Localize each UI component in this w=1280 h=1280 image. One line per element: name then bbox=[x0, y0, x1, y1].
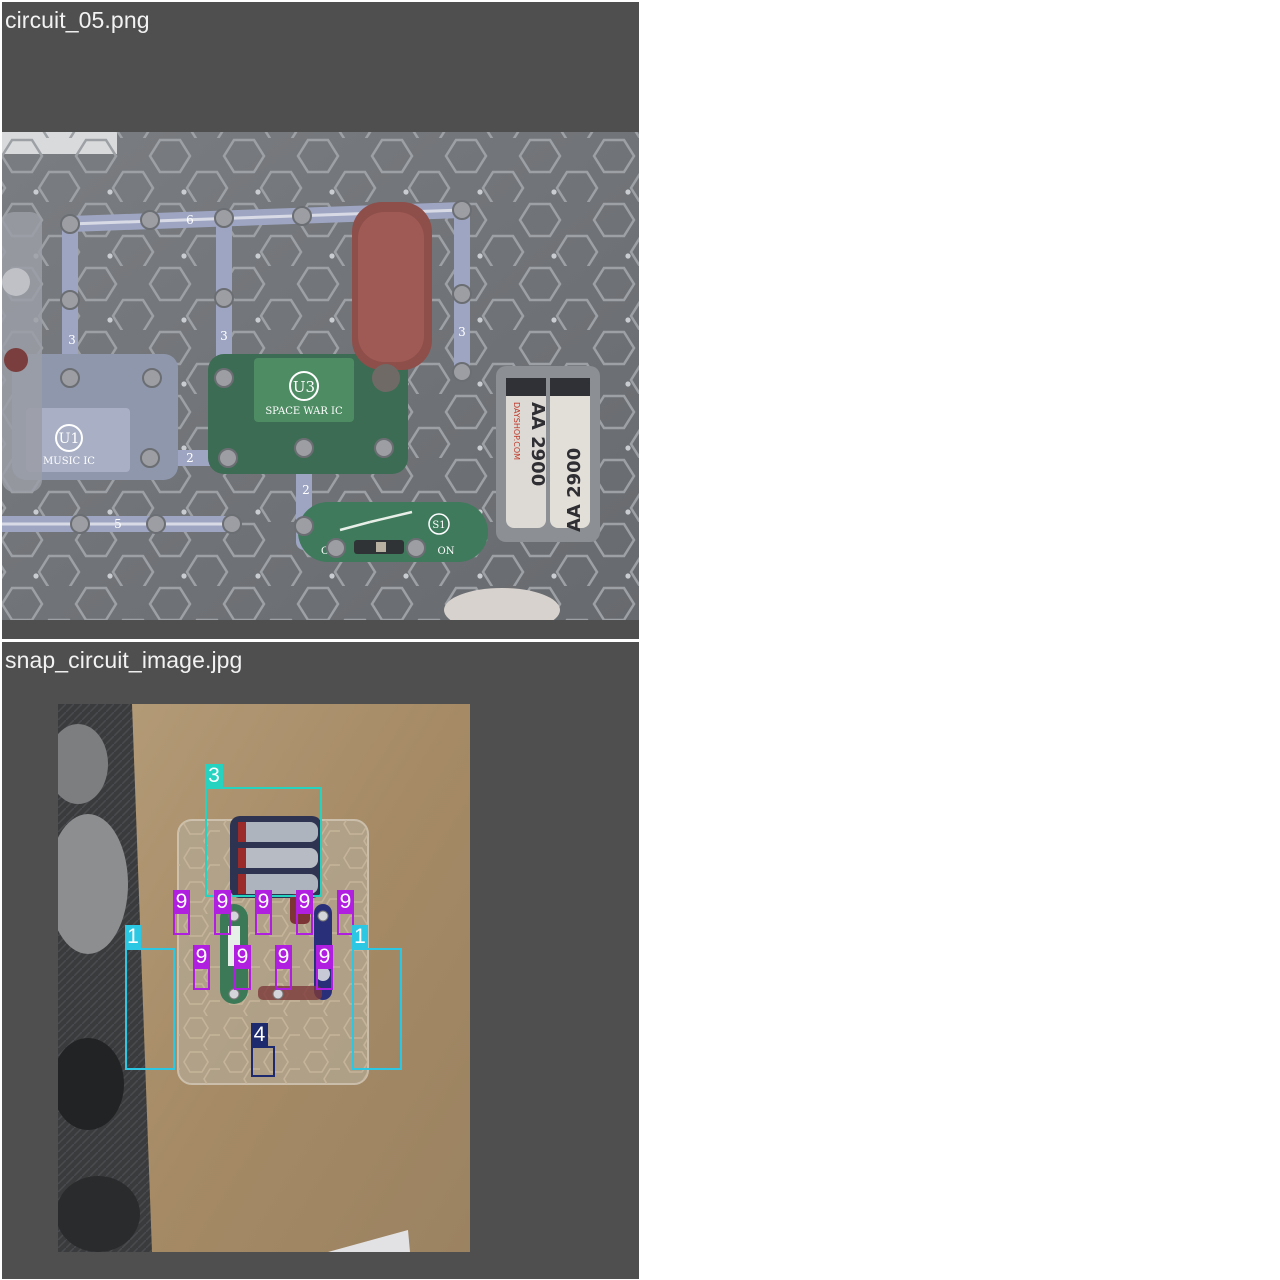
wire-number-label: 2 bbox=[302, 483, 310, 497]
u3-name-text: SPACE WAR IC bbox=[265, 406, 343, 417]
wire-number-label: 3 bbox=[68, 333, 76, 347]
battery-brand-label: DAYSHOP.COM bbox=[512, 402, 521, 460]
detection-label: 9 bbox=[296, 890, 313, 914]
detection-box-snap bbox=[296, 912, 313, 935]
detection-label: 9 bbox=[337, 890, 354, 914]
circuit-board-photo: U1 MUSIC IC U3 SPACE WAR IC S1 OFF ON bbox=[2, 132, 639, 620]
detection-label: 1 bbox=[352, 925, 368, 949]
detection-label: 1 bbox=[125, 925, 141, 949]
battery-left-label: AA 2900 bbox=[527, 402, 548, 486]
detection-box-part bbox=[251, 1046, 275, 1077]
detection-label: 9 bbox=[193, 945, 210, 969]
wire-number-label: 5 bbox=[114, 517, 122, 531]
detection-label: 9 bbox=[173, 890, 190, 914]
detection-box-wire bbox=[352, 948, 402, 1070]
detection-box-battery bbox=[205, 787, 322, 897]
detection-overlay: 3 9 9 9 9 9 9 9 9 9 1 1 4 bbox=[2, 642, 639, 1279]
s1-badge-text: S1 bbox=[432, 520, 445, 531]
wire-number-label: 3 bbox=[220, 329, 228, 343]
circuit-board-illustration: U1 MUSIC IC U3 SPACE WAR IC S1 OFF ON bbox=[2, 132, 639, 620]
on-label-text: ON bbox=[438, 546, 455, 557]
detection-box-wire bbox=[125, 948, 175, 1070]
wire-number-label: 2 bbox=[186, 451, 194, 465]
detection-box-snap bbox=[193, 967, 210, 990]
detection-box-snap bbox=[173, 912, 190, 935]
detection-label: 3 bbox=[205, 764, 223, 788]
detection-label: 9 bbox=[275, 945, 292, 969]
detection-box-snap bbox=[275, 967, 292, 990]
detection-label: 9 bbox=[214, 890, 231, 914]
detection-label: 9 bbox=[234, 945, 251, 969]
tile-filename-caption: circuit_05.png bbox=[5, 7, 150, 33]
detection-box-snap bbox=[316, 967, 333, 990]
mosaic-tile-snap-circuit: snap_circuit_image.jpg 3 9 9 9 9 9 9 9 9… bbox=[2, 642, 639, 1279]
wire-number-label: 3 bbox=[458, 325, 466, 339]
u1-name-text: MUSIC IC bbox=[43, 456, 95, 467]
u3-badge-text: U3 bbox=[293, 378, 315, 396]
u1-badge-text: U1 bbox=[59, 431, 80, 447]
mosaic-tile-circuit-05: circuit_05.png U1 MUSIC IC U3 SPACE WAR … bbox=[2, 2, 639, 639]
detection-box-snap bbox=[214, 912, 231, 935]
battery-right-label: AA 2900 bbox=[564, 448, 585, 532]
detection-box-snap bbox=[255, 912, 272, 935]
detection-box-snap bbox=[234, 967, 251, 990]
wire-number-label: 6 bbox=[186, 213, 194, 227]
detection-label: 9 bbox=[255, 890, 272, 914]
detection-label: 9 bbox=[316, 945, 333, 969]
detection-label: 4 bbox=[251, 1023, 268, 1047]
